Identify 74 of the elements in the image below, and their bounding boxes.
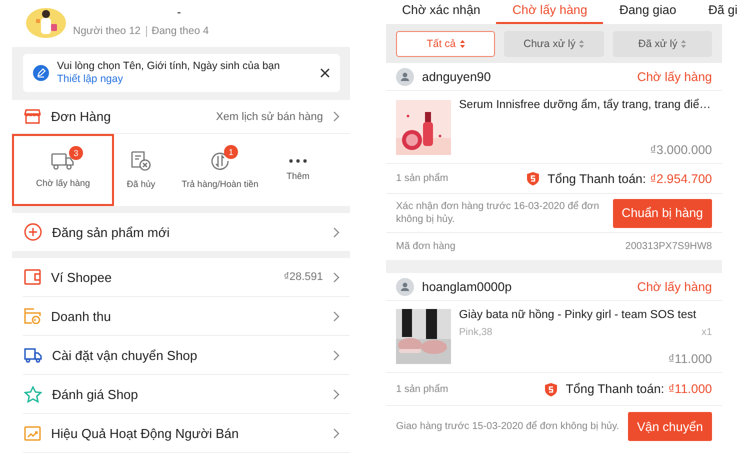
count-badge: 3 [69,146,83,160]
total-amount: ₫2.954.700 [650,172,712,186]
menu-item[interactable]: Cài đặt vận chuyển Shop [23,336,350,375]
product-name: Serum Innisfree dưỡng ẩm, tẩy trang, trang điể… [459,99,712,111]
more-icon [289,159,307,163]
chevron-right-icon [333,388,340,400]
buyer-name: hoanglam0000p [422,280,513,294]
order-status-item[interactable]: 3 Chờ lấy hàng [12,134,114,206]
menu-item[interactable]: Ví Shopee ₫28.591 [23,258,350,297]
order-status: Chờ lấy hàng [637,280,712,294]
total-amount: ₫11.000 [668,382,712,396]
total-label: Tổng Thanh toán: [548,172,646,186]
chevron-right-icon [333,111,340,122]
history-link[interactable]: Xem lịch sử bán hàng [216,110,323,122]
truck-icon [51,152,75,170]
truck-icon [24,348,42,362]
shield-icon [526,171,540,186]
sort-icon [681,40,686,48]
menu-item[interactable]: Đánh giá Shop [23,375,350,414]
sort-icon [579,40,584,48]
action-button[interactable]: Chuẩn bị hàng [612,198,712,228]
user-avatar-icon [396,278,414,296]
deadline-note: Xác nhận đơn hàng trước 16-03-2020 để đơn không bị hủy. [396,200,600,226]
count-badge: 1 [224,145,238,159]
product-variant: Pink,38 [459,327,492,338]
product-name: Giày bata nữ hồng - Pinky girl - team SOS test [459,309,698,321]
order-status: Chờ lấy hàng [637,70,712,84]
deadline-note: Giao hàng trước 15-03-2020 để đơn không bị hủy. [396,420,620,433]
chevron-right-icon [333,428,340,438]
wallet-icon [24,269,41,285]
order-status-item[interactable]: Đã hủy [114,134,168,206]
following-count: Đang theo 4 [152,25,209,37]
cancelled-document-icon [130,151,152,171]
store-icon [24,109,41,124]
sort-icon [460,40,465,48]
product-quantity: x1 [701,327,712,338]
user-avatar-icon [396,68,414,86]
action-button[interactable]: Vận chuyển [628,412,712,441]
star-icon [24,386,42,402]
chevron-right-icon [333,350,340,360]
chevron-right-icon [333,226,340,238]
item-count: 1 sản phẩm [396,384,448,394]
product-price: ₫3.000.000 [650,143,712,157]
close-icon[interactable] [320,68,330,78]
tab[interactable]: Đã gi [692,0,741,24]
tab[interactable]: Chờ xác nhận [386,0,496,24]
tab[interactable]: Đang giao [603,0,692,24]
add-product-item[interactable]: Đăng sản phẩm mới [12,213,350,251]
followers-count: Người theo 12 [73,25,141,37]
order-status-item[interactable]: Thêm [272,134,324,206]
plus-icon [24,223,42,241]
chart-icon [24,426,41,440]
revenue-icon [24,308,41,324]
filter-chip[interactable]: Tất cả [396,30,496,56]
product-price: ₫11.000 [668,352,712,366]
filter-chip[interactable]: Đã xử lý [612,30,712,56]
filter-chip[interactable]: Chưa xử lý [504,30,604,56]
chevron-right-icon [333,272,340,282]
pen-icon [33,65,49,81]
buyer-name: adnguyen90 [422,70,492,84]
return-icon [210,151,230,171]
shield-icon [544,382,558,396]
menu-item[interactable]: Hiệu Quả Hoạt Động Người Bán [23,414,350,453]
setup-link[interactable]: Thiết lập ngay [57,73,123,85]
total-label: Tổng Thanh toán: [566,382,664,396]
order-code-label: Mã đơn hàng [396,241,456,252]
section-title: Đơn Hàng [51,109,112,124]
chevron-right-icon [333,310,340,322]
order-code: 200313PX7S9HW8 [625,241,712,252]
menu-item[interactable]: Doanh thu [23,297,350,336]
order-status-item[interactable]: 1 Trả hàng/Hoàn tiền [168,134,272,206]
item-count: 1 sản phẩm [396,173,448,184]
shop-name: - [177,4,181,20]
notice-text: Vui lòng chọn Tên, Giới tính, Ngày sinh của bạn Thiết lập ngay [57,60,281,86]
